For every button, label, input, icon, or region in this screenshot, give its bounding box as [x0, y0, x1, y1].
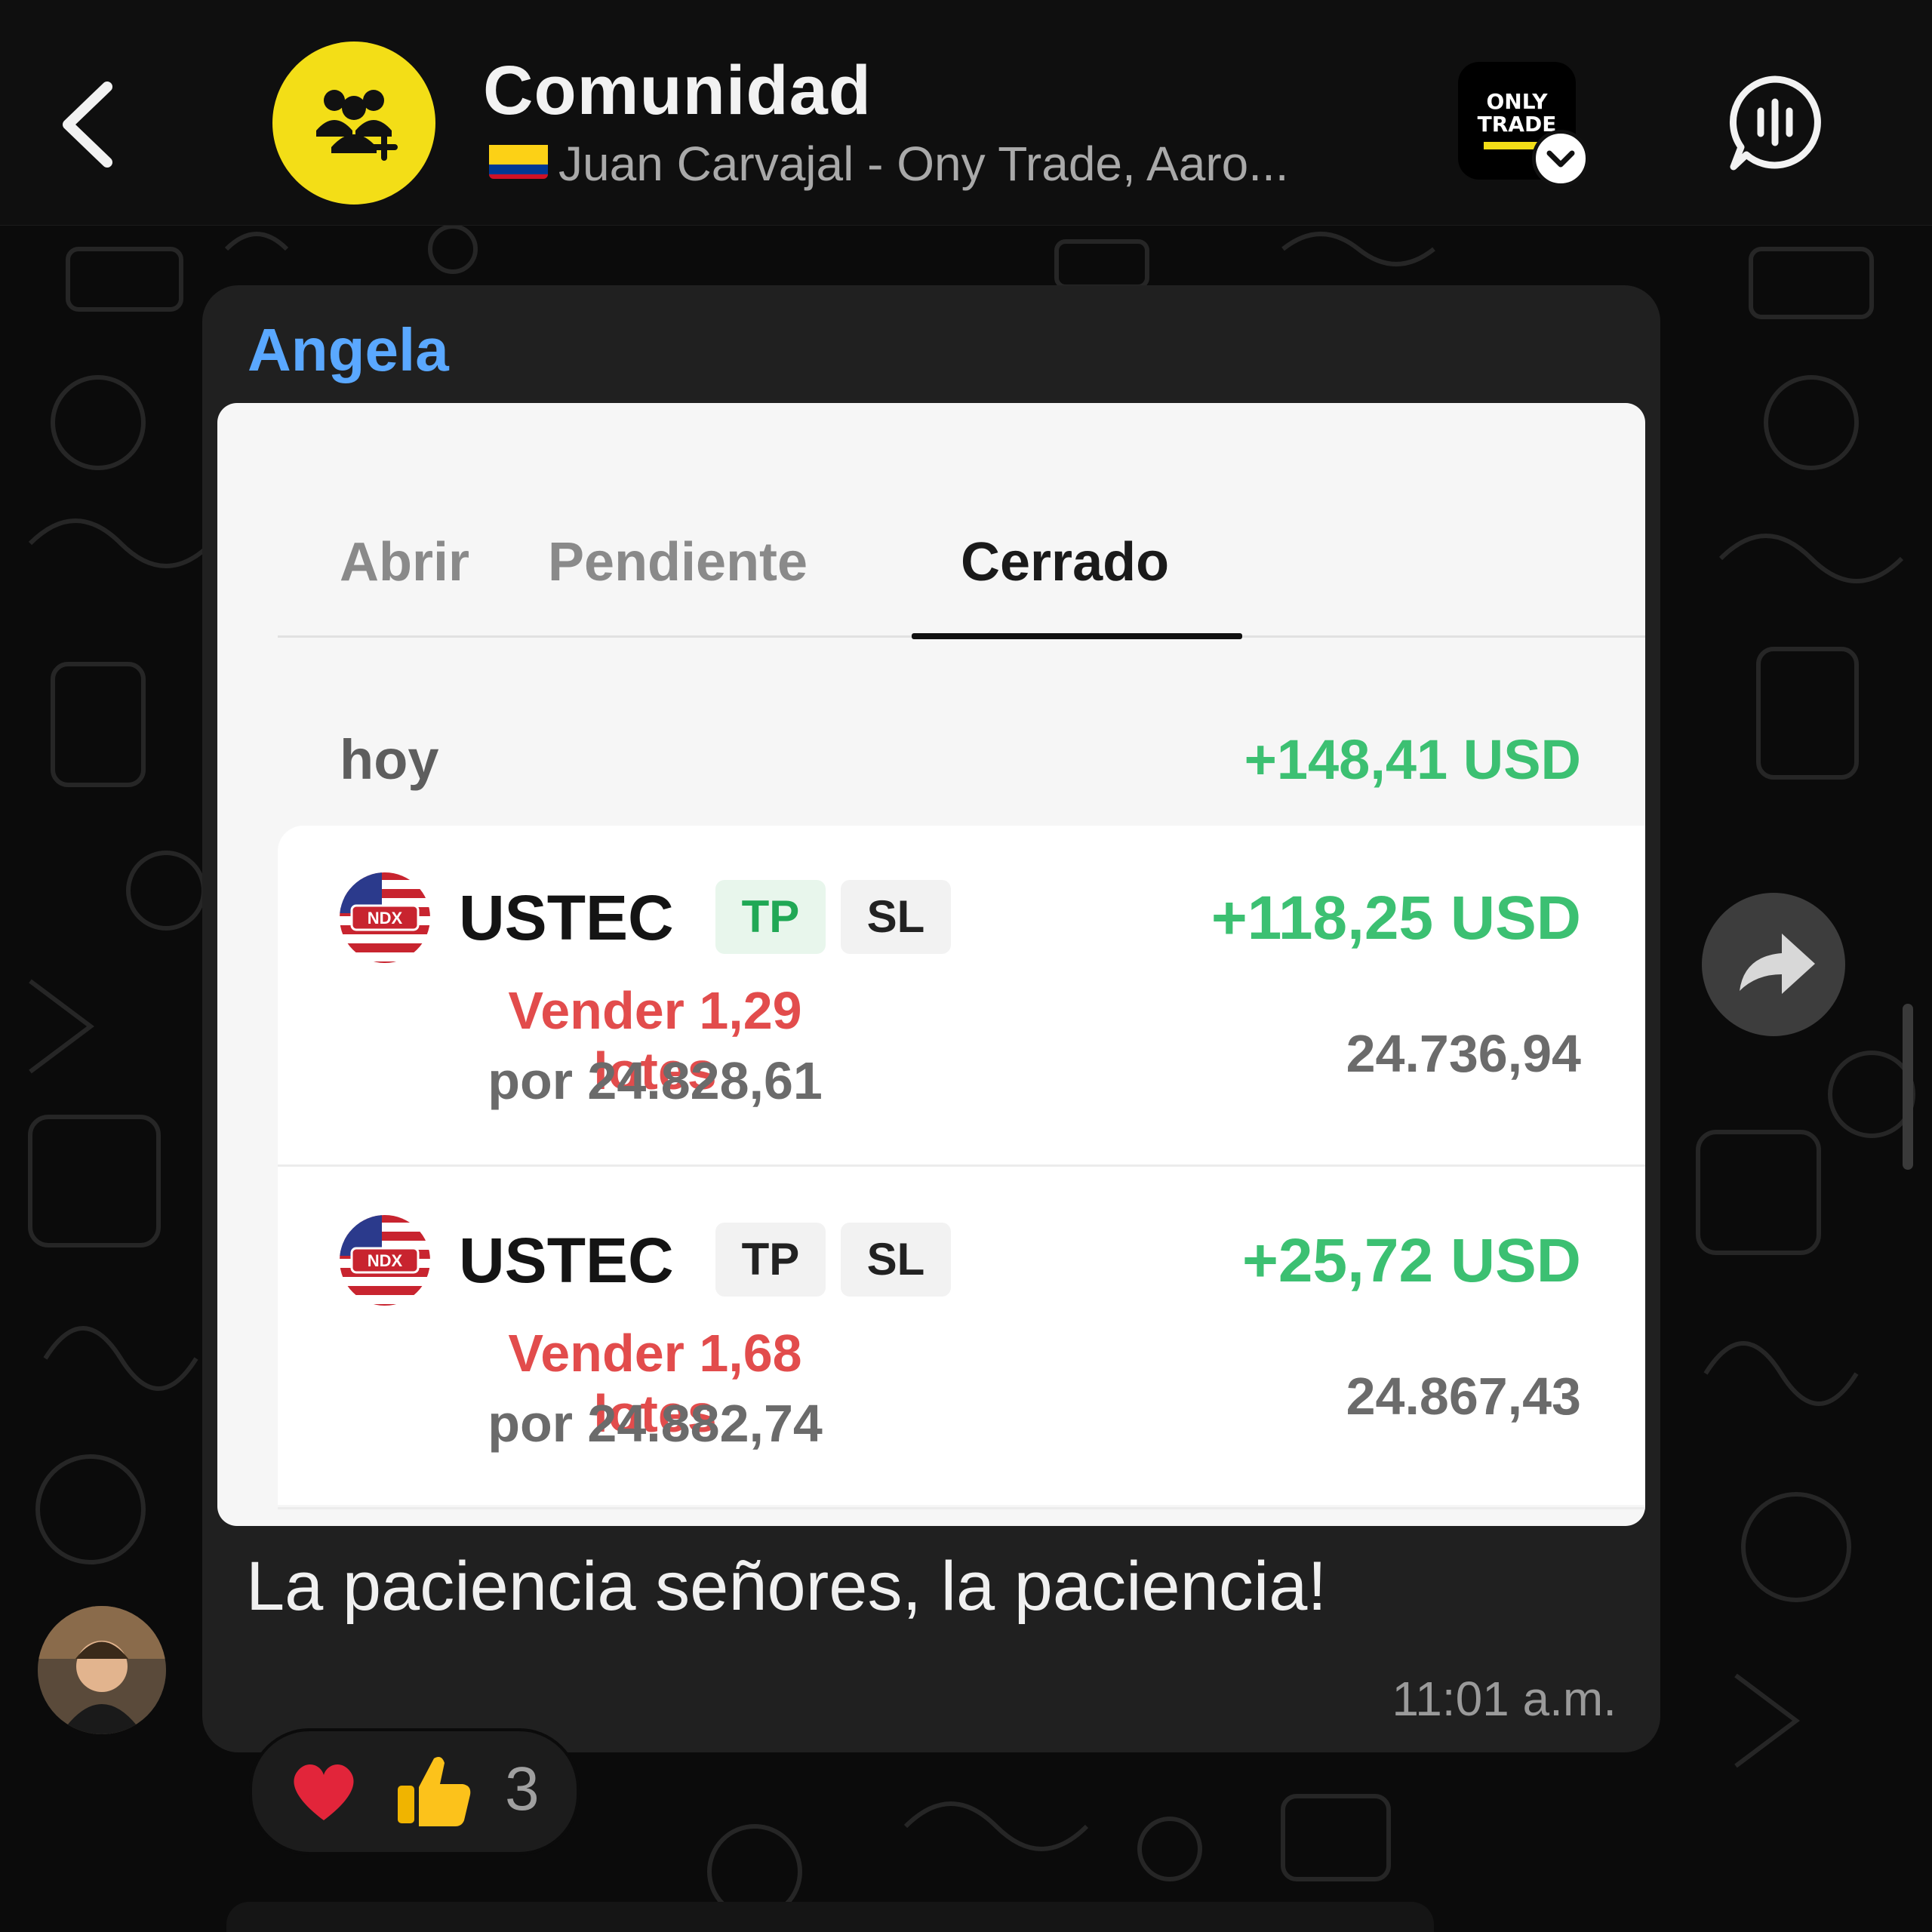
- position-row: NDX USTEC TP SL Vender 1,29 lotes por 24…: [278, 826, 1645, 1167]
- message-bubble[interactable]: Angela Abrir Pendiente Cerrado hoy +148,…: [202, 285, 1660, 1752]
- tab-abrir: Abrir: [340, 532, 470, 592]
- composer-edge: [226, 1902, 1434, 1932]
- forward-arrow-icon: [1740, 934, 1815, 994]
- ndx-label: NDX: [368, 1251, 403, 1270]
- voice-chat-button[interactable]: [1724, 72, 1826, 174]
- sender-avatar[interactable]: [38, 1606, 166, 1734]
- open-price: por 24.828,61: [488, 1051, 823, 1110]
- sl-chip: SL: [841, 1223, 951, 1297]
- open-price: por 24.882,74: [488, 1394, 823, 1453]
- tab-cerrado: Cerrado: [961, 532, 1170, 592]
- voice-chat-icon: [1729, 75, 1821, 171]
- reaction-count: 3: [505, 1755, 540, 1823]
- day-label: hoy: [340, 728, 439, 791]
- reactions-pill[interactable]: 3: [249, 1728, 580, 1855]
- symbol: USTEC: [459, 882, 674, 953]
- chat-header: Comunidad Juan Carvajal - Ony Trade, Aar…: [0, 0, 1932, 226]
- sender-name[interactable]: Angela: [248, 315, 449, 385]
- close-price: 24.867,43: [1346, 1367, 1581, 1426]
- heart-icon: [294, 1764, 354, 1820]
- us-flag-ndx-icon: NDX: [340, 1215, 430, 1306]
- tab-pendiente: Pendiente: [548, 532, 808, 592]
- day-total: +148,41 USD: [1244, 728, 1581, 791]
- profit: +118,25 USD: [1211, 884, 1581, 952]
- chat-title[interactable]: Comunidad: [483, 51, 872, 131]
- positions-list: NDX USTEC TP SL Vender 1,29 lotes por 24…: [278, 826, 1645, 1509]
- active-tab-underline: [912, 633, 1242, 639]
- chat-subtitle[interactable]: Juan Carvajal - Ony Trade, Aaro...: [489, 136, 1410, 192]
- us-flag-ndx-icon: NDX: [340, 872, 430, 963]
- tp-chip: TP: [715, 880, 826, 954]
- message-text: La paciencia señores, la paciencia!: [246, 1548, 1327, 1625]
- chevron-left-icon: [63, 82, 112, 168]
- position-row: NDX USTEC TP SL Vender 1,68 lotes por 24…: [278, 1168, 1645, 1509]
- row-divider: [278, 1507, 1645, 1509]
- thumbs-up-icon: [398, 1757, 471, 1826]
- profit: +25,72 USD: [1242, 1226, 1581, 1295]
- message-time: 11:01 a.m.: [1392, 1672, 1617, 1726]
- forward-button[interactable]: [1702, 893, 1845, 1036]
- community-add-icon: [316, 90, 398, 161]
- symbol: USTEC: [459, 1225, 674, 1296]
- chat-members-text: Juan Carvajal - Ony Trade, Aaro...: [558, 137, 1289, 191]
- scrollbar[interactable]: [1903, 1004, 1913, 1170]
- colombia-flag-icon: [489, 140, 548, 179]
- brand-logo-text: ONLY TRADE: [1477, 89, 1557, 137]
- chevron-down-badge-icon[interactable]: [1532, 130, 1589, 187]
- tp-chip: TP: [715, 1223, 826, 1297]
- close-price: 24.736,94: [1346, 1024, 1581, 1083]
- back-button[interactable]: [45, 72, 128, 177]
- group-avatar[interactable]: [272, 42, 435, 205]
- sl-chip: SL: [841, 880, 951, 954]
- ndx-label: NDX: [368, 909, 403, 928]
- row-divider: [278, 1164, 1645, 1167]
- trade-screenshot[interactable]: Abrir Pendiente Cerrado hoy +148,41 USD: [217, 403, 1645, 1526]
